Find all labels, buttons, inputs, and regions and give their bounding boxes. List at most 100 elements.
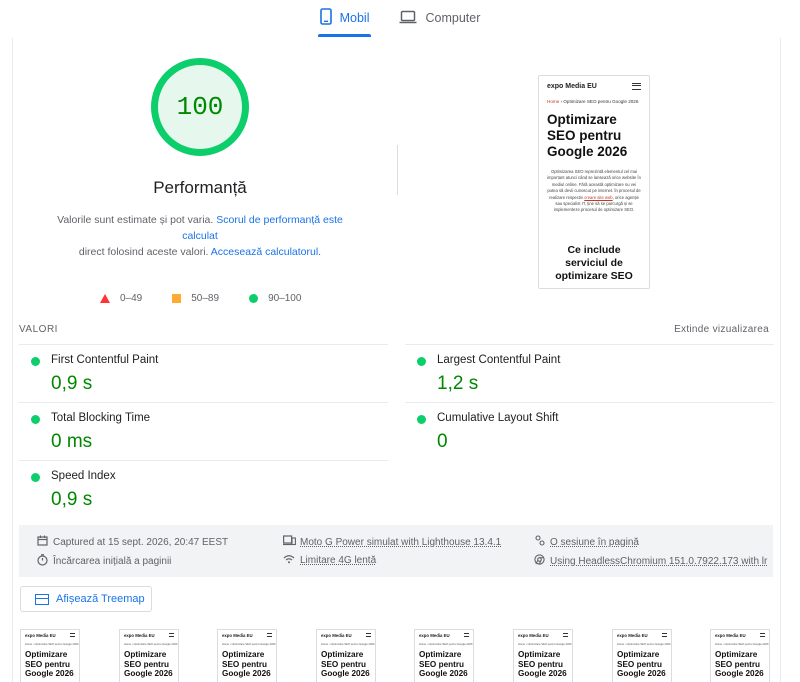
metric-si: Speed Index 0,9 s xyxy=(19,460,388,518)
frame-site-name: expo Media EU xyxy=(25,633,56,638)
tab-desktop-label: Computer xyxy=(425,11,481,25)
breadcrumb-home: Home xyxy=(547,99,560,104)
metric-cls-value: 0 xyxy=(437,431,448,452)
screenshot-subheading: Ce include serviciul de optimizare SEO xyxy=(555,243,633,282)
metrics-title: VALORI xyxy=(19,324,58,335)
phone-icon xyxy=(319,8,332,28)
metric-tbt: Total Blocking Time 0 ms xyxy=(19,402,388,460)
laptop-icon xyxy=(399,10,417,27)
tab-mobile-label: Mobil xyxy=(339,11,370,25)
calculator-link[interactable]: Accesează calculatorul. xyxy=(211,246,321,258)
filmstrip-frame: expo Media EU Home › Optimizare SEO pentr… xyxy=(710,629,770,682)
final-screenshot[interactable]: expo Media EU Home › Optimizare SEO pent… xyxy=(538,75,650,289)
tab-desktop[interactable]: Computer xyxy=(397,0,482,36)
metrics-header: VALORI Extinde vizualizarea xyxy=(19,324,769,335)
initial-load: Încărcarea inițială a paginii xyxy=(36,554,171,569)
frame-breadcrumb: Home › Optimizare SEO pentru Google 2026 xyxy=(321,643,375,646)
legend-pass: 90–100 xyxy=(249,293,301,304)
frame-breadcrumb: Home › Optimizare SEO pentru Google 2026 xyxy=(124,643,178,646)
metric-cls: Cumulative Layout Shift 0 xyxy=(405,402,774,460)
device-tabs: Mobil Computer xyxy=(0,0,800,38)
filmstrip-frame: expo Media EU Home › Optimizare SEO pentr… xyxy=(217,629,277,682)
frame-breadcrumb: Home › Optimizare SEO pentru Google 2026 xyxy=(715,643,769,646)
tab-mobile[interactable]: Mobil xyxy=(317,0,372,37)
frame-header: expo Media EU xyxy=(124,633,174,638)
gauge-note: Valorile sunt estimate și pot varia. Sco… xyxy=(40,212,360,260)
screenshot-title: Optimizare SEO pentru Google 2026 xyxy=(547,112,628,159)
calendar-icon xyxy=(36,535,48,549)
single-session[interactable]: O sesiune în pagină xyxy=(533,535,639,549)
hamburger-icon xyxy=(563,633,568,637)
performance-gauge: 100 xyxy=(151,58,249,156)
frame-header: expo Media EU xyxy=(518,633,568,638)
browser-version[interactable]: Using HeadlessChromium 151.0.7922.173 wi… xyxy=(533,554,767,568)
pass-circle-icon xyxy=(31,473,40,482)
expand-view-toggle[interactable]: Extinde vizualizarea xyxy=(674,324,769,335)
legend-average: 50–89 xyxy=(172,293,219,304)
frame-breadcrumb: Home › Optimizare SEO pentru Google 2026 xyxy=(419,643,473,646)
person-icon xyxy=(533,535,545,549)
breadcrumb-rest: › Optimizare SEO pentru Google 2026 xyxy=(559,99,639,104)
device-emulation-text: Moto G Power simulat with Lighthouse 13.… xyxy=(300,536,502,548)
initial-load-text: Încărcarea inițială a paginii xyxy=(53,556,172,567)
divider xyxy=(397,145,398,195)
score-legend: 0–49 50–89 90–100 xyxy=(100,293,301,304)
screenshot-site-name: expo Media EU xyxy=(547,83,597,90)
chrome-icon xyxy=(533,554,545,568)
wifi-icon xyxy=(283,554,295,567)
hamburger-icon xyxy=(632,83,641,90)
frame-header: expo Media EU xyxy=(617,633,667,638)
frame-header: expo Media EU xyxy=(321,633,371,638)
square-icon xyxy=(172,294,182,303)
gauge-title: Performanță xyxy=(153,178,247,197)
frame-site-name: expo Media EU xyxy=(715,633,746,638)
frame-breadcrumb: Home › Optimizare SEO pentru Google 2026 xyxy=(25,643,79,646)
frame-header: expo Media EU xyxy=(222,633,272,638)
frame-header: expo Media EU xyxy=(419,633,469,638)
frame-site-name: expo Media EU xyxy=(222,633,253,638)
screenshot-header: expo Media EU xyxy=(547,83,641,90)
legend-fail-label: 0–49 xyxy=(120,293,143,304)
frame-title: Optimizare SEO pentru Google 2026 xyxy=(321,650,370,678)
browser-version-text: Using HeadlessChromium 151.0.7922.173 wi… xyxy=(550,555,768,567)
circle-icon xyxy=(249,294,259,303)
view-treemap-label: Afișează Treemap xyxy=(56,593,145,605)
network-throttling[interactable]: Limitare 4G lentă xyxy=(283,554,376,567)
frame-site-name: expo Media EU xyxy=(617,633,648,638)
devices-icon xyxy=(283,535,296,549)
filmstrip-frame: expo Media EU Home › Optimizare SEO pentr… xyxy=(612,629,672,682)
metric-si-label: Speed Index xyxy=(51,470,116,482)
metric-si-value: 0,9 s xyxy=(51,489,93,510)
view-treemap-button[interactable]: Afișează Treemap xyxy=(20,586,152,612)
performance-score: 100 xyxy=(176,92,224,122)
metric-fcp: First Contentful Paint 0,9 s xyxy=(19,344,388,402)
timer-icon xyxy=(36,554,48,569)
frame-title: Optimizare SEO pentru Google 2026 xyxy=(222,650,271,678)
frame-header: expo Media EU xyxy=(715,633,765,638)
hamburger-icon xyxy=(366,633,371,637)
frame-title: Optimizare SEO pentru Google 2026 xyxy=(518,650,567,678)
hamburger-icon xyxy=(169,633,174,637)
frame-breadcrumb: Home › Optimizare SEO pentru Google 2026 xyxy=(617,643,671,646)
metric-fcp-label: First Contentful Paint xyxy=(51,354,159,366)
gauge-note-text-2: direct folosind aceste valori. xyxy=(78,246,209,258)
frame-breadcrumb: Home › Optimizare SEO pentru Google 2026 xyxy=(222,643,276,646)
runtime-info-bar: Captured at 15 sept. 2026, 20:47 EEST În… xyxy=(19,525,773,577)
device-emulation[interactable]: Moto G Power simulat with Lighthouse 13.… xyxy=(283,535,501,549)
triangle-icon xyxy=(100,294,110,303)
filmstrip-frame: expo Media EU Home › Optimizare SEO pentr… xyxy=(20,629,80,682)
frame-title: Optimizare SEO pentru Google 2026 xyxy=(124,650,173,678)
captured-at: Captured at 15 sept. 2026, 20:47 EEST xyxy=(36,535,228,549)
hamburger-icon xyxy=(267,633,272,637)
metric-cls-label: Cumulative Layout Shift xyxy=(437,412,559,424)
single-session-text: O sesiune în pagină xyxy=(550,536,639,548)
pass-circle-icon xyxy=(417,357,426,366)
hamburger-icon xyxy=(662,633,667,637)
screenshot-body: Optimizarea SEO reprezintă elementul cel… xyxy=(547,169,641,214)
frame-site-name: expo Media EU xyxy=(419,633,450,638)
frame-title: Optimizare SEO pentru Google 2026 xyxy=(617,650,666,678)
frame-title: Optimizare SEO pentru Google 2026 xyxy=(419,650,468,678)
metric-lcp-label: Largest Contentful Paint xyxy=(437,354,561,366)
hamburger-icon xyxy=(760,633,765,637)
captured-at-text: Captured at 15 sept. 2026, 20:47 EEST xyxy=(53,536,229,548)
